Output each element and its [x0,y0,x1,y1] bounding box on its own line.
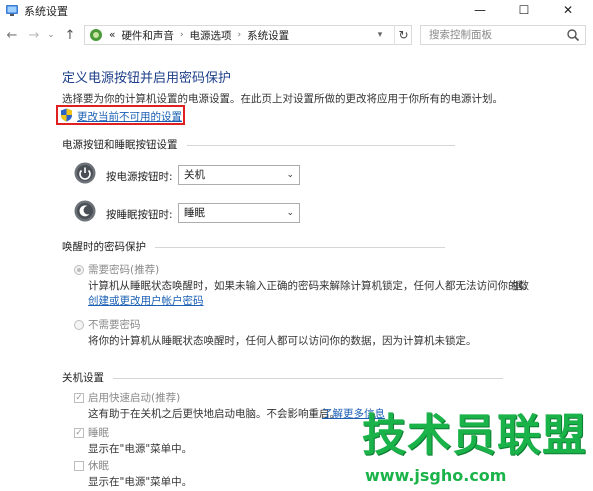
watermark-logo: 技术员联盟 [362,414,587,458]
close-button[interactable]: ✕ [546,0,590,20]
title-bar: 系统设置 — ☐ ✕ [0,0,593,20]
breadcrumb-separator[interactable]: › [238,30,242,40]
section-divider [186,144,455,146]
maximize-button[interactable]: ☐ [502,0,546,20]
chevron-down-icon: ⌄ [286,170,294,180]
breadcrumb-power-options[interactable]: 电源选项 [190,28,232,43]
back-button[interactable]: ← [4,26,20,44]
breadcrumb-prefix[interactable]: « [109,29,115,41]
sleep-label: 睡眠 [88,427,109,439]
fast-startup-checkbox[interactable]: ✓ [74,393,84,403]
fast-startup-label: 启用快速启动(推荐) [88,392,181,404]
power-button-action-value: 关机 [184,169,205,181]
page-description: 选择要为你的计算机设置的电源设置。在此页上对设置所做的更改将应用于你所有的电源计… [62,93,503,105]
chevron-down-icon: ⌄ [286,208,294,218]
section-divider [155,246,446,248]
navigation-bar: ← → ⌄ ↑ « 硬件和声音 › 电源选项 › 系统设置 ▾ ↻ 搜索控制面板 [0,22,593,48]
hibernate-label: 休眠 [88,460,109,472]
section-shutdown-settings: 关机设置 [62,370,504,385]
no-password-label: 不需要密码 [88,319,141,331]
forward-button[interactable]: → [26,26,42,44]
require-password-label: 需要密码(推荐) [88,264,160,276]
search-input[interactable]: 搜索控制面板 [420,25,586,45]
power-button-label: 按电源按钮时: [106,171,173,183]
minimize-button[interactable]: — [458,0,502,20]
search-icon[interactable] [566,28,580,42]
breadcrumb-separator[interactable]: › [180,30,184,40]
sleep-checkbox[interactable]: ✓ [74,428,84,438]
sleep-button-icon [74,200,96,222]
hibernate-checkbox[interactable] [74,461,84,471]
require-password-radio[interactable] [74,265,84,275]
section-title: 电源按钮和睡眠按钮设置 [62,139,178,151]
sleep-button-label: 按睡眠按钮时: [106,209,173,221]
fast-startup-description: 这有助于在关机之后更快地启动电脑。不会影响重启。 [88,408,340,420]
up-button[interactable]: ↑ [62,26,78,44]
hibernate-description: 显示在"电源"菜单中。 [88,476,193,488]
change-unavailable-settings-link[interactable]: 更改当前不可用的设置 [77,109,182,124]
no-password-radio[interactable] [74,320,84,330]
address-dropdown-button[interactable]: ▾ [372,26,388,44]
sleep-button-action-select[interactable]: 睡眠 ⌄ [178,203,300,223]
section-title: 关机设置 [62,372,104,384]
window-title: 系统设置 [24,5,68,18]
watermark-text: 技术员联盟 [362,410,587,461]
require-password-description: 计算机从睡眠状态唤醒时，如果未输入正确的密码来解除计算机锁定，任何人都无法访问你… [88,280,529,292]
refresh-button[interactable]: ↻ [394,25,412,45]
control-panel-icon [6,5,18,16]
section-password-protection: 唤醒时的密码保护 [62,239,446,254]
breadcrumb-hardware-sound[interactable]: 硬件和声音 [121,28,174,43]
watermark-url: www.jsgho.com [365,466,507,485]
recent-locations-button[interactable]: ⌄ [46,26,56,44]
require-password-description-end: 据。 [512,280,533,292]
section-divider [113,377,504,379]
no-password-description: 将你的计算机从睡眠状态唤醒时，任何人都可以访问你的数据，因为计算机未锁定。 [88,335,477,347]
create-password-link[interactable]: 创建或更改用户帐户密码 [88,293,204,308]
breadcrumb-system-settings[interactable]: 系统设置 [247,28,289,43]
sleep-description: 显示在"电源"菜单中。 [88,443,193,455]
power-button-action-select[interactable]: 关机 ⌄ [178,165,300,185]
address-bar[interactable]: « 硬件和声音 › 电源选项 › 系统设置 [84,25,412,45]
control-panel-icon [90,29,102,41]
section-power-buttons: 电源按钮和睡眠按钮设置 [62,137,455,152]
section-title: 唤醒时的密码保护 [62,241,146,253]
sleep-button-action-value: 睡眠 [184,207,205,219]
uac-shield-icon[interactable] [60,108,73,122]
power-button-icon [74,162,96,184]
page-title: 定义电源按钮并启用密码保护 [62,71,232,86]
